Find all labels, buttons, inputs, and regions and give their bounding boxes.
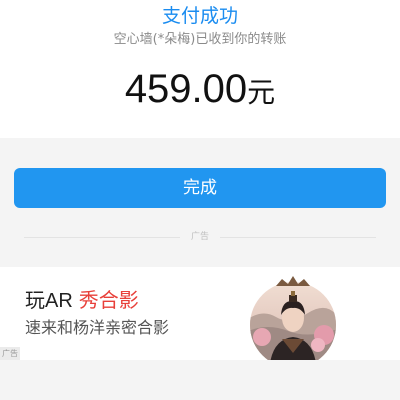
transfer-amount: 459.00元 (0, 66, 400, 120)
ad-portrait-image (248, 273, 338, 360)
portrait-illustration (250, 276, 336, 360)
payment-result-panel: 支付成功 空心墙(*朵梅)已收到你的转账 459.00元 (0, 0, 400, 138)
ad-banner[interactable]: 玩AR 秀合影 速来和杨洋亲密合影 (0, 267, 400, 360)
done-button[interactable]: 完成 (14, 168, 386, 208)
ad-title-plain: 玩AR (25, 290, 73, 312)
ad-title: 玩AR 秀合影 (25, 287, 139, 314)
ad-subtitle: 速来和杨洋亲密合影 (25, 318, 170, 337)
status-title: 支付成功 (161, 5, 238, 27)
ad-title-accent: 秀合影 (78, 288, 139, 312)
amount-value: 459.00 (124, 67, 248, 111)
recipient-message: 空心墙(*朵梅)已收到你的转账 (113, 32, 287, 47)
ad-corner-tag: 广告 (0, 347, 20, 360)
currency-unit: 元 (247, 76, 276, 109)
ad-divider-label: 广告 (180, 229, 220, 245)
